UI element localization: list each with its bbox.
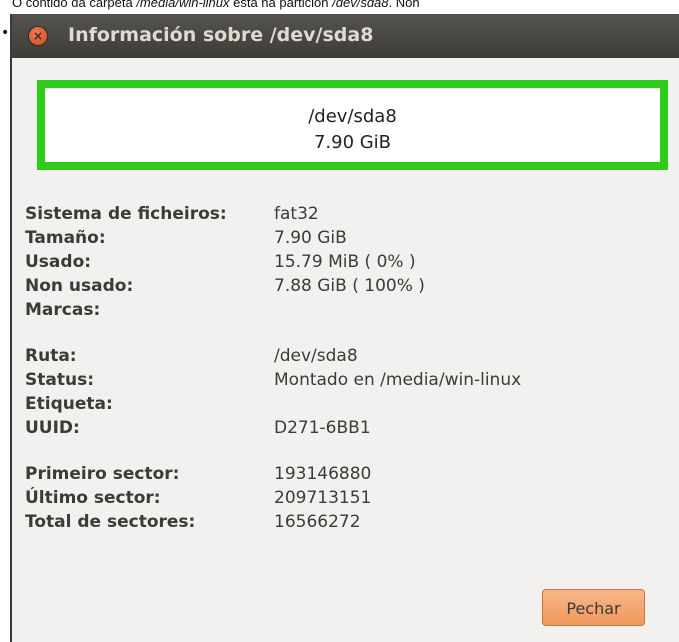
info-row-size: Tamaño: 7.90 GiB xyxy=(25,226,665,250)
info-label: Non usado: xyxy=(25,276,134,296)
list-bullet: • xyxy=(1,25,10,41)
info-row-filesystem: Sistema de ficheiros: fat32 xyxy=(25,202,665,226)
close-button[interactable]: Pechar xyxy=(542,589,645,626)
info-row-status: Status: Montado en /media/win-linux xyxy=(25,368,665,392)
info-label: Marcas: xyxy=(25,300,101,320)
info-row-first-sector: Primeiro sector: 193146880 xyxy=(25,462,665,486)
info-value: Montado en /media/win-linux xyxy=(274,370,522,390)
info-row-flags: Marcas: xyxy=(25,298,665,322)
device-name: /dev/sda8 xyxy=(308,106,397,127)
partition-info-dialog: × Información sobre /dev/sda8 /dev/sda8 … xyxy=(10,14,679,642)
info-row-used: Usado: 15.79 MiB ( 0% ) xyxy=(25,250,665,274)
device-size: 7.90 GiB xyxy=(313,132,392,153)
info-value: D271-6BB1 xyxy=(274,418,371,438)
info-value: 7.90 GiB xyxy=(274,228,347,248)
info-row-last-sector: Último sector: 209713151 xyxy=(25,486,665,510)
info-label: UUID: xyxy=(25,418,80,438)
caption-middle: está na partición xyxy=(229,0,333,10)
info-value: 15.79 MiB ( 0% ) xyxy=(274,252,416,272)
window-close-icon[interactable]: × xyxy=(29,27,47,45)
info-label: Primeiro sector: xyxy=(25,464,180,484)
info-value: 209713151 xyxy=(274,488,372,508)
info-value: 193146880 xyxy=(274,464,372,484)
info-row-label: Etiqueta: xyxy=(25,392,665,416)
title-bar: × Información sobre /dev/sda8 xyxy=(12,14,679,58)
info-label: Usado: xyxy=(25,252,92,272)
info-value: /dev/sda8 xyxy=(274,346,358,366)
caption-prefix: O contido da carpeta xyxy=(12,0,137,10)
info-label: Sistema de ficheiros: xyxy=(25,204,227,224)
info-label: Tamaño: xyxy=(25,228,106,248)
window-title: Información sobre /dev/sda8 xyxy=(68,24,374,46)
info-label: Status: xyxy=(25,370,94,390)
device-summary-box: /dev/sda8 7.90 GiB xyxy=(37,80,668,170)
info-label: Ruta: xyxy=(25,346,77,366)
info-value: 16566272 xyxy=(274,512,361,532)
caption-device: /dev/sda8 xyxy=(332,0,389,10)
partition-details: Sistema de ficheiros: fat32 Tamaño: 7.90… xyxy=(25,202,665,534)
info-row-path: Ruta: /dev/sda8 xyxy=(25,344,665,368)
caption-suffix: . Non xyxy=(388,0,420,10)
info-value: fat32 xyxy=(274,204,319,224)
caption-path: /media/win-linux xyxy=(136,0,230,10)
info-value: 7.88 GiB ( 100% ) xyxy=(274,276,425,296)
page-caption: O contido da carpeta /media/win-linux es… xyxy=(0,0,679,12)
info-label: Total de sectores: xyxy=(25,512,196,532)
info-row-total-sectors: Total de sectores: 16566272 xyxy=(25,510,665,534)
info-row-unused: Non usado: 7.88 GiB ( 100% ) xyxy=(25,274,665,298)
info-label: Etiqueta: xyxy=(25,394,113,414)
info-label: Último sector: xyxy=(25,488,161,508)
info-row-uuid: UUID: D271-6BB1 xyxy=(25,416,665,440)
